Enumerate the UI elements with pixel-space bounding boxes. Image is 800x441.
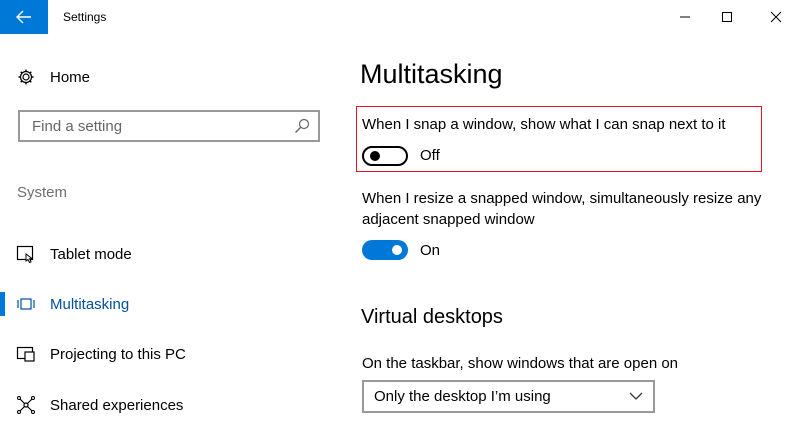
title-bar: Settings bbox=[0, 0, 800, 34]
back-button[interactable] bbox=[0, 0, 48, 34]
sidebar-item-tablet-mode[interactable]: Tablet mode bbox=[0, 234, 340, 274]
sidebar-item-label: Projecting to this PC bbox=[50, 345, 186, 363]
resize-setting-text: When I resize a snapped window, simultan… bbox=[362, 190, 762, 228]
virtual-desktops-title: Virtual desktops bbox=[361, 306, 503, 328]
shared-experiences-icon bbox=[16, 395, 36, 415]
sidebar-item-label: Home bbox=[50, 68, 91, 86]
minimize-button[interactable] bbox=[662, 0, 708, 34]
sidebar-item-multitasking[interactable]: Multitasking bbox=[0, 284, 340, 324]
projecting-icon bbox=[16, 344, 36, 364]
close-button[interactable] bbox=[753, 0, 799, 34]
back-arrow-icon bbox=[16, 10, 31, 24]
sidebar-section-label: System bbox=[17, 184, 68, 201]
sidebar-item-shared-experiences[interactable]: Shared experiences bbox=[0, 385, 340, 425]
search-placeholder: Find a setting bbox=[32, 118, 123, 135]
close-icon bbox=[770, 11, 782, 23]
sidebar-item-label: Shared experiences bbox=[50, 396, 184, 414]
sidebar-item-home[interactable]: Home bbox=[0, 57, 340, 97]
resize-toggle-label: On bbox=[420, 242, 441, 259]
minimize-icon bbox=[680, 16, 690, 18]
resize-toggle[interactable] bbox=[362, 240, 408, 260]
multitasking-icon bbox=[16, 294, 36, 314]
page-title: Multitasking bbox=[360, 59, 503, 89]
search-icon bbox=[295, 118, 310, 133]
window-title: Settings bbox=[63, 10, 107, 24]
dropdown-value: Only the desktop I’m using bbox=[374, 388, 551, 405]
chevron-down-icon bbox=[629, 392, 643, 400]
maximize-button[interactable] bbox=[704, 0, 750, 34]
snap-toggle[interactable] bbox=[362, 146, 408, 166]
sidebar-item-label: Multitasking bbox=[50, 295, 130, 313]
sidebar-item-label: Tablet mode bbox=[50, 245, 132, 263]
taskbar-desktop-dropdown[interactable]: Only the desktop I’m using bbox=[362, 380, 655, 413]
search-input[interactable]: Find a setting bbox=[18, 110, 320, 142]
snap-setting-text: When I snap a window, show what I can sn… bbox=[362, 116, 726, 133]
tablet-mode-icon bbox=[16, 244, 36, 264]
toggle-knob bbox=[392, 245, 402, 255]
taskbar-setting-text: On the taskbar, show windows that are op… bbox=[362, 355, 679, 372]
snap-toggle-label: Off bbox=[420, 147, 440, 164]
gear-icon bbox=[16, 67, 36, 87]
toggle-knob bbox=[370, 151, 380, 161]
sidebar-item-projecting[interactable]: Projecting to this PC bbox=[0, 334, 340, 374]
maximize-icon bbox=[722, 12, 732, 22]
